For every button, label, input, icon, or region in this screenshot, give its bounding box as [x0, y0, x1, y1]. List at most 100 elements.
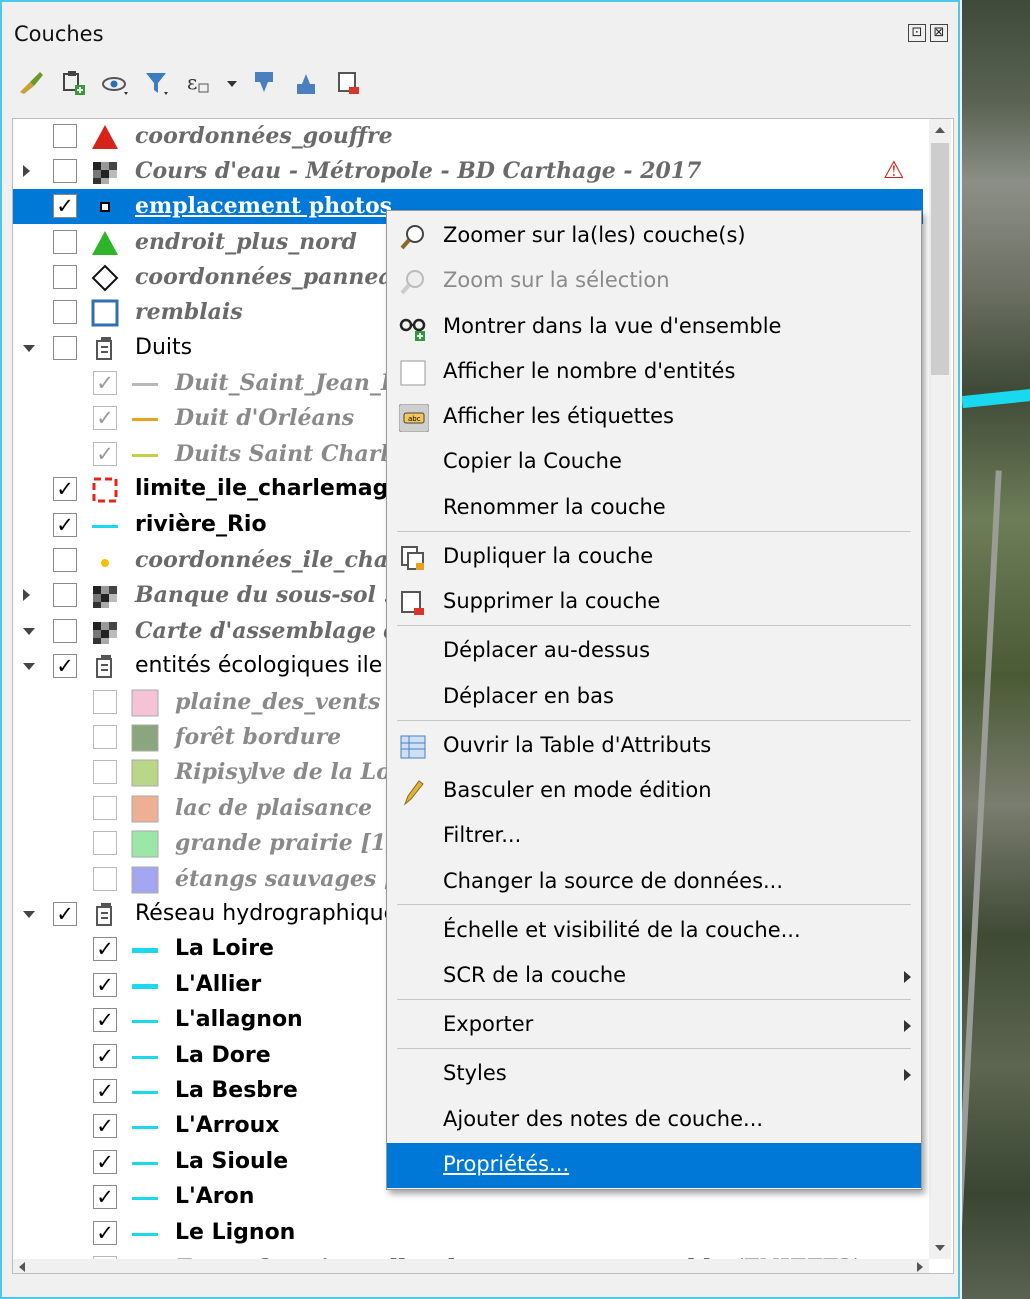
menu-item[interactable]: Ouvrir la Table d'Attributs — [387, 724, 921, 769]
menu-item[interactable]: Exporter — [387, 1003, 921, 1048]
layer-checkbox[interactable] — [53, 265, 77, 289]
menu-item[interactable]: Afficher le nombre d'entités — [387, 350, 921, 395]
menu-item-label: Exporter — [443, 1012, 534, 1036]
layer-label: L'Arroux — [175, 1113, 280, 1138]
layer-symbol-icon — [131, 724, 159, 752]
layer-checkbox[interactable] — [53, 230, 77, 254]
menu-item[interactable]: Filtrer... — [387, 814, 921, 859]
layer-checkbox[interactable]: ✓ — [93, 1150, 117, 1174]
expand-arrow-icon[interactable] — [23, 589, 30, 601]
layer-checkbox[interactable]: ✓ — [93, 1185, 117, 1209]
menu-item[interactable]: Changer la source de données... — [387, 860, 921, 905]
menu-item[interactable]: Zoomer sur la(les) couche(s) — [387, 214, 921, 259]
collapse-arrow-icon[interactable] — [23, 663, 35, 670]
layer-row[interactable]: ✓ Le Lignon — [13, 1216, 923, 1251]
layer-checkbox[interactable] — [53, 159, 77, 183]
layer-symbol-icon — [131, 689, 159, 717]
layer-checkbox[interactable]: ✓ — [93, 937, 117, 961]
add-group-icon[interactable] — [58, 68, 88, 98]
layer-symbol-icon — [91, 229, 119, 257]
menu-item[interactable]: Déplacer au-dessus — [387, 629, 921, 674]
collapse-arrow-icon[interactable] — [23, 628, 35, 635]
menu-item[interactable]: Supprimer la couche — [387, 580, 921, 625]
horizontal-scrollbar[interactable] — [13, 1259, 929, 1273]
layer-checkbox[interactable] — [93, 690, 117, 714]
expression-filter-icon[interactable]: ε — [184, 68, 214, 98]
layer-symbol-icon — [91, 158, 119, 186]
svg-text:abc: abc — [408, 415, 421, 423]
layer-checkbox[interactable]: ✓ — [93, 442, 117, 466]
menu-item[interactable]: Basculer en mode édition — [387, 769, 921, 814]
layer-label: lac de plaisance — [175, 795, 373, 821]
menu-item[interactable]: Zoom sur la sélection — [387, 259, 921, 304]
svg-text:ε: ε — [187, 70, 197, 94]
layer-symbol-icon — [91, 123, 119, 151]
menu-item[interactable]: Déplacer en bas — [387, 675, 921, 720]
collapse-arrow-icon[interactable] — [23, 911, 35, 918]
layer-symbol-icon — [91, 335, 119, 363]
layer-checkbox[interactable]: ✓ — [93, 1221, 117, 1245]
visibility-icon[interactable] — [100, 68, 130, 98]
layer-checkbox[interactable] — [53, 619, 77, 643]
scroll-down-icon[interactable] — [935, 1245, 945, 1251]
layer-checkbox[interactable]: ✓ — [93, 371, 117, 395]
layer-checkbox[interactable] — [53, 583, 77, 607]
layer-checkbox[interactable] — [93, 796, 117, 820]
layer-checkbox[interactable]: ✓ — [93, 406, 117, 430]
vertical-scrollbar[interactable] — [929, 119, 951, 1259]
warning-icon[interactable]: ⚠ — [883, 156, 905, 184]
layer-row[interactable]: Cours d'eau - Métropole - BD Carthage - … — [13, 154, 923, 189]
layer-checkbox[interactable] — [53, 336, 77, 360]
layer-checkbox[interactable]: ✓ — [93, 1008, 117, 1032]
layer-symbol-icon — [131, 441, 159, 469]
layer-row[interactable]: coordonnées_gouffre — [13, 119, 923, 154]
layer-checkbox[interactable] — [53, 548, 77, 572]
layer-checkbox[interactable]: ✓ — [93, 973, 117, 997]
expand-arrow-icon[interactable] — [23, 165, 30, 177]
menu-item-label: Filtrer... — [443, 823, 522, 847]
layer-checkbox[interactable]: ✓ — [53, 654, 77, 678]
menu-item[interactable]: Ajouter des notes de couche... — [387, 1098, 921, 1143]
layer-checkbox[interactable]: ✓ — [93, 1044, 117, 1068]
layer-label: coordonnées_gouffre — [135, 123, 393, 149]
scroll-up-icon[interactable] — [935, 127, 945, 133]
menu-item-label: Supprimer la couche — [443, 589, 661, 613]
style-manager-icon[interactable] — [16, 68, 46, 98]
layer-checkbox[interactable] — [53, 124, 77, 148]
menu-item[interactable]: Montrer dans la vue d'ensemble — [387, 305, 921, 350]
layer-symbol-icon — [131, 1184, 159, 1212]
layer-checkbox[interactable]: ✓ — [93, 1114, 117, 1138]
map-canvas[interactable] — [962, 0, 1030, 1299]
remove-layer-icon[interactable] — [334, 68, 364, 98]
layer-checkbox[interactable] — [93, 725, 117, 749]
collapse-arrow-icon[interactable] — [23, 345, 35, 352]
menu-item[interactable]: SCR de la couche — [387, 954, 921, 999]
collapse-all-icon[interactable] — [292, 68, 322, 98]
layer-checkbox[interactable]: ✓ — [53, 194, 77, 218]
table-icon — [399, 733, 427, 761]
layer-label: La Loire — [175, 936, 274, 961]
layer-checkbox[interactable]: ✓ — [93, 1079, 117, 1103]
menu-item[interactable]: Styles — [387, 1052, 921, 1097]
menu-item[interactable]: Échelle et visibilité de la couche... — [387, 909, 921, 954]
submenu-arrow-icon — [904, 1069, 911, 1081]
layer-checkbox[interactable] — [53, 300, 77, 324]
menu-item[interactable]: Dupliquer la couche — [387, 535, 921, 580]
layer-checkbox[interactable] — [93, 760, 117, 784]
layer-checkbox[interactable]: ✓ — [53, 902, 77, 926]
dropdown-arrow-icon[interactable] — [226, 68, 238, 98]
scroll-thumb[interactable] — [931, 143, 949, 375]
menu-item[interactable]: Propriétés... — [387, 1143, 921, 1188]
float-icon[interactable]: ⊡ — [908, 24, 926, 42]
menu-item[interactable]: abc Afficher les étiquettes — [387, 395, 921, 440]
filter-icon[interactable] — [142, 68, 172, 98]
menu-item-label: Afficher les étiquettes — [443, 404, 674, 428]
close-icon[interactable]: ⊠ — [930, 24, 948, 42]
menu-item[interactable]: Renommer la couche — [387, 486, 921, 531]
layer-checkbox[interactable]: ✓ — [53, 513, 77, 537]
layer-checkbox[interactable] — [93, 867, 117, 891]
expand-all-icon[interactable] — [250, 68, 280, 98]
menu-item[interactable]: Copier la Couche — [387, 440, 921, 485]
layer-checkbox[interactable] — [93, 831, 117, 855]
layer-checkbox[interactable]: ✓ — [53, 477, 77, 501]
